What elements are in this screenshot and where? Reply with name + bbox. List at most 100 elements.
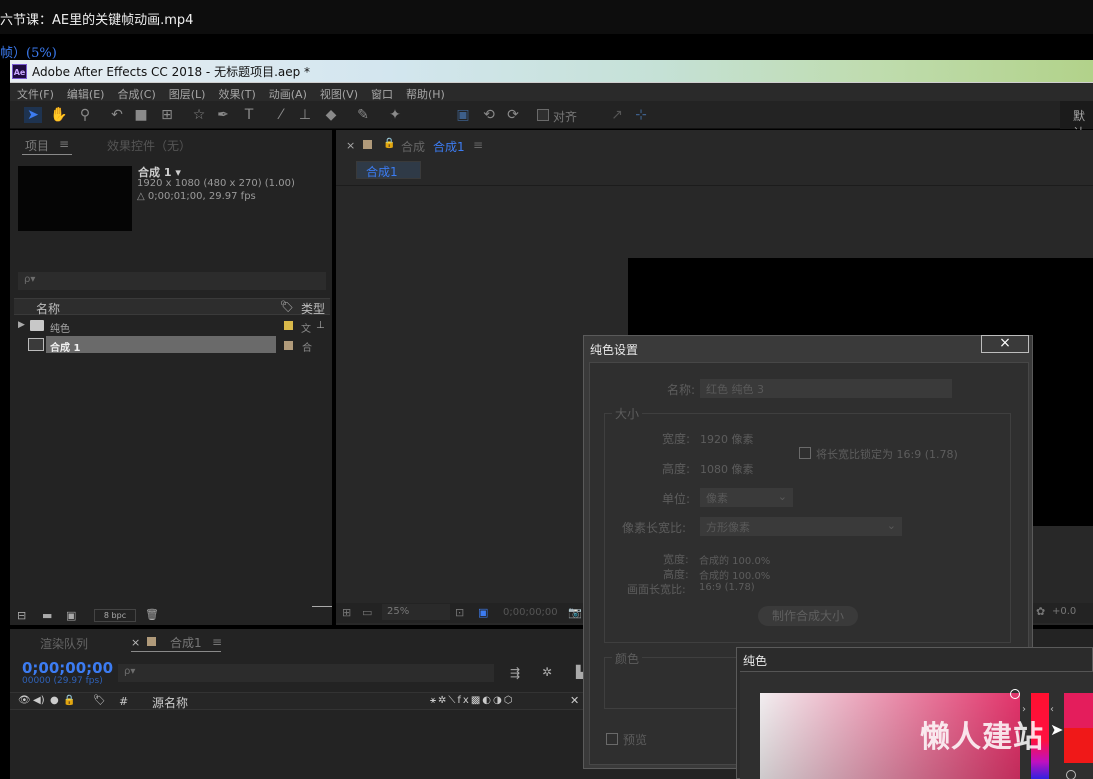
label-column-icon[interactable]: 🏷 <box>93 695 106 706</box>
world-axis-icon[interactable]: ⟲ <box>480 107 498 123</box>
menu-file[interactable]: 文件(F) <box>10 83 60 102</box>
roto-brush-tool-icon[interactable]: ✎ <box>354 107 372 123</box>
tab-project[interactable]: 项目 <box>25 137 49 154</box>
menu-edit[interactable]: 编辑(E) <box>60 83 111 102</box>
tab-composition[interactable]: 合成1 <box>433 138 465 155</box>
tab-timeline-comp[interactable]: 合成1 <box>170 634 202 651</box>
selection-tool-icon[interactable]: ➤ <box>24 107 42 123</box>
close-comp-tab-icon[interactable]: × <box>346 139 355 152</box>
color-cursor-icon[interactable] <box>1010 689 1020 699</box>
label-tag-icon[interactable]: 🏷 <box>280 300 294 313</box>
column-number[interactable]: # <box>119 695 128 708</box>
menu-bar: 文件(F) 编辑(E) 合成(C) 图层(L) 效果(T) 动画(A) 视图(V) 窗口 帮助(… <box>10 82 1093 101</box>
pct-height-label: 高度: <box>663 568 689 581</box>
bpc-button[interactable]: 8 bpc <box>94 609 136 622</box>
close-timeline-tab-icon[interactable]: × <box>131 636 140 649</box>
parent-icon[interactable]: ✕ <box>570 694 579 707</box>
label-color-swatch[interactable] <box>284 321 293 330</box>
pixel-aspect-dropdown[interactable]: 方形像素 ⌄ <box>700 517 902 536</box>
name-input[interactable]: 红色 纯色 3 <box>700 379 952 398</box>
new-folder-icon[interactable]: ▬ <box>42 609 52 622</box>
display-icon[interactable]: ▭ <box>362 606 372 619</box>
timeline-timecode[interactable]: 0;00;00;00 <box>22 659 113 677</box>
lock-icon[interactable]: 🔒 <box>383 138 395 149</box>
comp-menu-icon[interactable]: ≡ <box>473 138 483 152</box>
project-item-solid-folder[interactable]: 纯色 <box>50 320 70 335</box>
interpret-footage-icon[interactable]: ⊟ <box>17 609 26 622</box>
window-titlebar[interactable]: Adobe After Effects CC 2018 - 无标题项目.aep … <box>10 60 1093 82</box>
make-comp-size-button[interactable]: 制作合成大小 <box>758 606 858 626</box>
audio-icon[interactable]: ◀) <box>33 695 45 706</box>
hand-tool-icon[interactable]: ✋ <box>50 107 68 123</box>
mag-icon[interactable]: ⊞ <box>342 606 351 619</box>
region-icon[interactable]: ⊡ <box>455 606 464 619</box>
height-value[interactable]: 1080 像素 <box>700 461 754 477</box>
column-source-name[interactable]: 源名称 <box>152 694 188 711</box>
menu-animation[interactable]: 动画(A) <box>262 83 313 102</box>
pan-behind-tool-icon[interactable]: ⊞ <box>158 107 176 123</box>
lock-column-icon[interactable]: 🔒 <box>63 695 75 706</box>
size-group-label: 大小 <box>612 405 643 422</box>
snap-target-icon[interactable]: ⊹ <box>632 107 650 123</box>
tab-effect-controls[interactable]: 效果控件（无） <box>107 137 191 154</box>
comp-breadcrumb[interactable]: 合成1 <box>356 161 421 179</box>
draft-3d-icon[interactable]: ✲ <box>542 665 552 679</box>
tools-toolbar: ➤ ✋ ⚲ ↶ ■ ⊞ ☆ ✒ T ⁄ ⊥ ◆ ✎ ✦ ▣ ⟲ ⟳ 对齐 ↗ ⊹… <box>10 101 1093 140</box>
timeline-menu-icon[interactable]: ≡ <box>212 635 222 649</box>
clone-stamp-tool-icon[interactable]: ⊥ <box>296 107 314 123</box>
window-title: Adobe After Effects CC 2018 - 无标题项目.aep … <box>32 65 311 79</box>
menu-window[interactable]: 窗口 <box>364 83 399 102</box>
unit-dropdown[interactable]: 像素 ⌄ <box>700 488 793 507</box>
hierarchy-icon: ⊥ <box>316 320 325 331</box>
rotate-tool-icon[interactable]: ↶ <box>108 107 126 123</box>
snap-options-icon[interactable]: ↗ <box>608 107 626 123</box>
camera-tool-icon[interactable]: ■ <box>132 107 150 123</box>
zoom-dropdown[interactable]: 25% <box>382 604 450 620</box>
column-type[interactable]: 类型 <box>301 300 325 317</box>
switches-icons[interactable]: ⚹✲⟍fx▩◐◑⬡ <box>430 695 514 706</box>
label-color-swatch[interactable] <box>284 341 293 350</box>
solo-icon[interactable]: ● <box>50 695 59 706</box>
project-item-comp[interactable]: 合成 1 <box>50 339 80 354</box>
new-comp-icon[interactable]: ▣ <box>66 609 76 622</box>
menu-view[interactable]: 视图(V) <box>313 83 364 102</box>
local-axis-icon[interactable]: ▣ <box>454 107 472 123</box>
eraser-tool-icon[interactable]: ◆ <box>322 107 340 123</box>
project-search-input[interactable]: ρ▾ <box>18 272 326 290</box>
folder-expand-icon[interactable]: ▶ <box>18 320 25 330</box>
height-label: 高度: <box>662 462 691 476</box>
lock-aspect-label: 将长宽比锁定为 16:9 (1.78) <box>816 448 958 461</box>
puppet-pin-tool-icon[interactable]: ✦ <box>386 107 404 123</box>
zoom-tool-icon[interactable]: ⚲ <box>76 107 94 123</box>
comp-thumbnail <box>18 166 132 231</box>
timeline-search-input[interactable]: ρ▾ <box>118 664 494 682</box>
column-name[interactable]: 名称 <box>36 300 60 317</box>
width-value[interactable]: 1920 像素 <box>700 431 754 447</box>
menu-effect[interactable]: 效果(T) <box>211 83 261 102</box>
current-color-swatch[interactable] <box>1064 728 1093 763</box>
brush-tool-icon[interactable]: ⁄ <box>272 107 290 123</box>
dialog-close-button[interactable]: × <box>981 335 1029 353</box>
lock-aspect-checkbox[interactable] <box>799 447 811 459</box>
exposure-value[interactable]: +0.0 <box>1052 606 1076 617</box>
comp-timecode[interactable]: 0;00;00;00 <box>503 607 558 618</box>
project-menu-icon[interactable]: ≡ <box>59 137 69 151</box>
snapshot-icon[interactable]: 📷 <box>568 606 582 619</box>
snap-checkbox[interactable] <box>537 109 549 121</box>
hsb-radio[interactable] <box>1066 770 1076 779</box>
project-item-comp-row[interactable] <box>46 336 276 353</box>
preview-checkbox[interactable] <box>606 733 618 745</box>
trash-icon[interactable]: 🗑 <box>145 608 159 621</box>
shape-tool-icon[interactable]: ☆ <box>190 107 208 123</box>
menu-composition[interactable]: 合成(C) <box>110 83 161 102</box>
menu-help[interactable]: 帮助(H) <box>399 83 451 102</box>
exposure-icon[interactable]: ✿ <box>1036 605 1045 618</box>
video-eye-icon[interactable]: 👁 <box>18 695 31 706</box>
view-axis-icon[interactable]: ⟳ <box>504 107 522 123</box>
tab-render-queue[interactable]: 渲染队列 <box>40 635 88 652</box>
pen-tool-icon[interactable]: ✒ <box>214 107 232 123</box>
type-tool-icon[interactable]: T <box>240 107 258 123</box>
transparency-grid-icon[interactable]: ▣ <box>478 606 488 619</box>
menu-layer[interactable]: 图层(L) <box>162 83 212 102</box>
comp-flowchart-icon[interactable]: ⇶ <box>510 666 520 680</box>
